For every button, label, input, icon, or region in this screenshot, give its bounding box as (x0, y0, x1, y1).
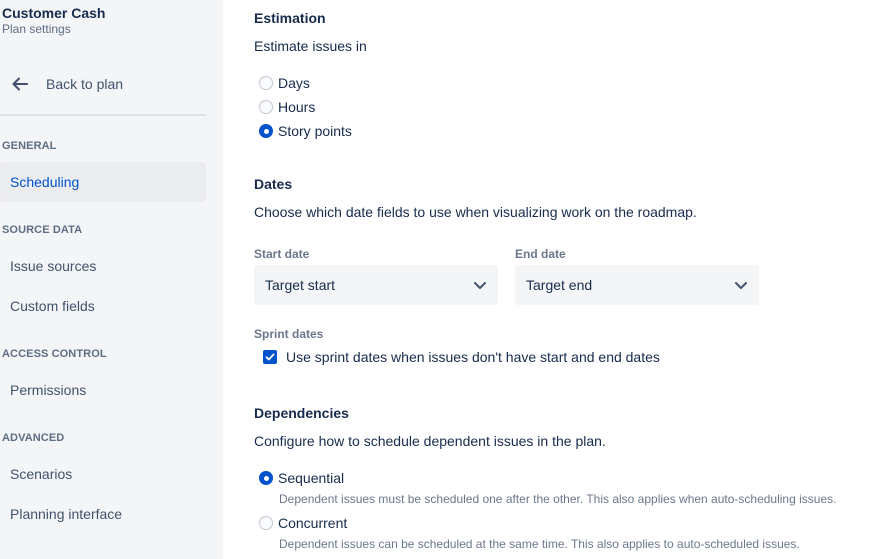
radio-concurrent[interactable] (259, 516, 273, 530)
start-date-select[interactable]: Target start (254, 265, 498, 305)
concurrent-help-text: Dependent issues can be scheduled at the… (279, 537, 800, 551)
estimation-option-story-points[interactable]: Story points (259, 123, 352, 139)
chevron-down-icon (474, 282, 486, 289)
group-title-access-control: ACCESS CONTROL (2, 348, 107, 360)
group-title-advanced: ADVANCED (2, 432, 65, 444)
sprint-dates-checkbox[interactable] (263, 350, 277, 364)
plan-subtitle: Plan settings (2, 22, 71, 36)
sidebar-item-planning-interface[interactable]: Planning interface (0, 494, 206, 534)
sidebar-item-scheduling[interactable]: Scheduling (0, 162, 206, 202)
check-icon (265, 353, 275, 361)
radio-days[interactable] (259, 76, 273, 90)
start-date-value: Target start (265, 277, 336, 293)
radio-story-points-label: Story points (278, 123, 352, 139)
sidebar: Customer Cash Plan settings Back to plan… (0, 0, 223, 559)
dependency-option-concurrent[interactable]: Concurrent (259, 515, 347, 531)
group-title-source-data: SOURCE DATA (2, 224, 83, 236)
dates-title: Dates (254, 176, 293, 192)
dependency-option-sequential[interactable]: Sequential (259, 470, 344, 486)
radio-hours[interactable] (259, 100, 273, 114)
dependencies-title: Dependencies (254, 405, 349, 421)
back-to-plan-label: Back to plan (46, 76, 124, 92)
end-date-label: End date (515, 247, 566, 261)
estimation-title: Estimation (254, 10, 326, 26)
sidebar-item-issue-sources[interactable]: Issue sources (0, 246, 206, 286)
sprint-dates-label: Sprint dates (254, 327, 324, 341)
radio-story-points[interactable] (259, 124, 273, 138)
radio-sequential-label: Sequential (278, 470, 345, 486)
estimation-description: Estimate issues in (254, 38, 367, 54)
estimation-option-days[interactable]: Days (259, 75, 310, 91)
estimation-option-hours[interactable]: Hours (259, 99, 315, 115)
back-to-plan-button[interactable]: Back to plan (10, 72, 123, 96)
sidebar-divider (0, 114, 206, 116)
arrow-left-icon (12, 77, 28, 91)
chevron-down-icon (735, 282, 747, 289)
dependencies-description: Configure how to schedule dependent issu… (254, 433, 606, 449)
radio-concurrent-label: Concurrent (278, 515, 348, 531)
radio-sequential[interactable] (259, 471, 273, 485)
sprint-dates-checkbox-row[interactable]: Use sprint dates when issues don't have … (263, 349, 660, 365)
end-date-value: Target end (526, 277, 593, 293)
group-title-general: GENERAL (2, 140, 57, 152)
sidebar-item-custom-fields[interactable]: Custom fields (0, 286, 206, 326)
sidebar-item-scenarios[interactable]: Scenarios (0, 454, 206, 494)
start-date-label: Start date (254, 247, 310, 261)
settings-main: Estimation Estimate issues in Days Hours… (254, 0, 874, 559)
end-date-select[interactable]: Target end (515, 265, 759, 305)
dates-description: Choose which date fields to use when vis… (254, 204, 697, 220)
sequential-help-text: Dependent issues must be scheduled one a… (279, 492, 837, 506)
plan-name: Customer Cash (2, 5, 106, 21)
radio-hours-label: Hours (278, 99, 316, 115)
radio-days-label: Days (278, 75, 310, 91)
sidebar-item-permissions[interactable]: Permissions (0, 370, 206, 410)
sprint-dates-checkbox-label: Use sprint dates when issues don't have … (286, 349, 660, 365)
